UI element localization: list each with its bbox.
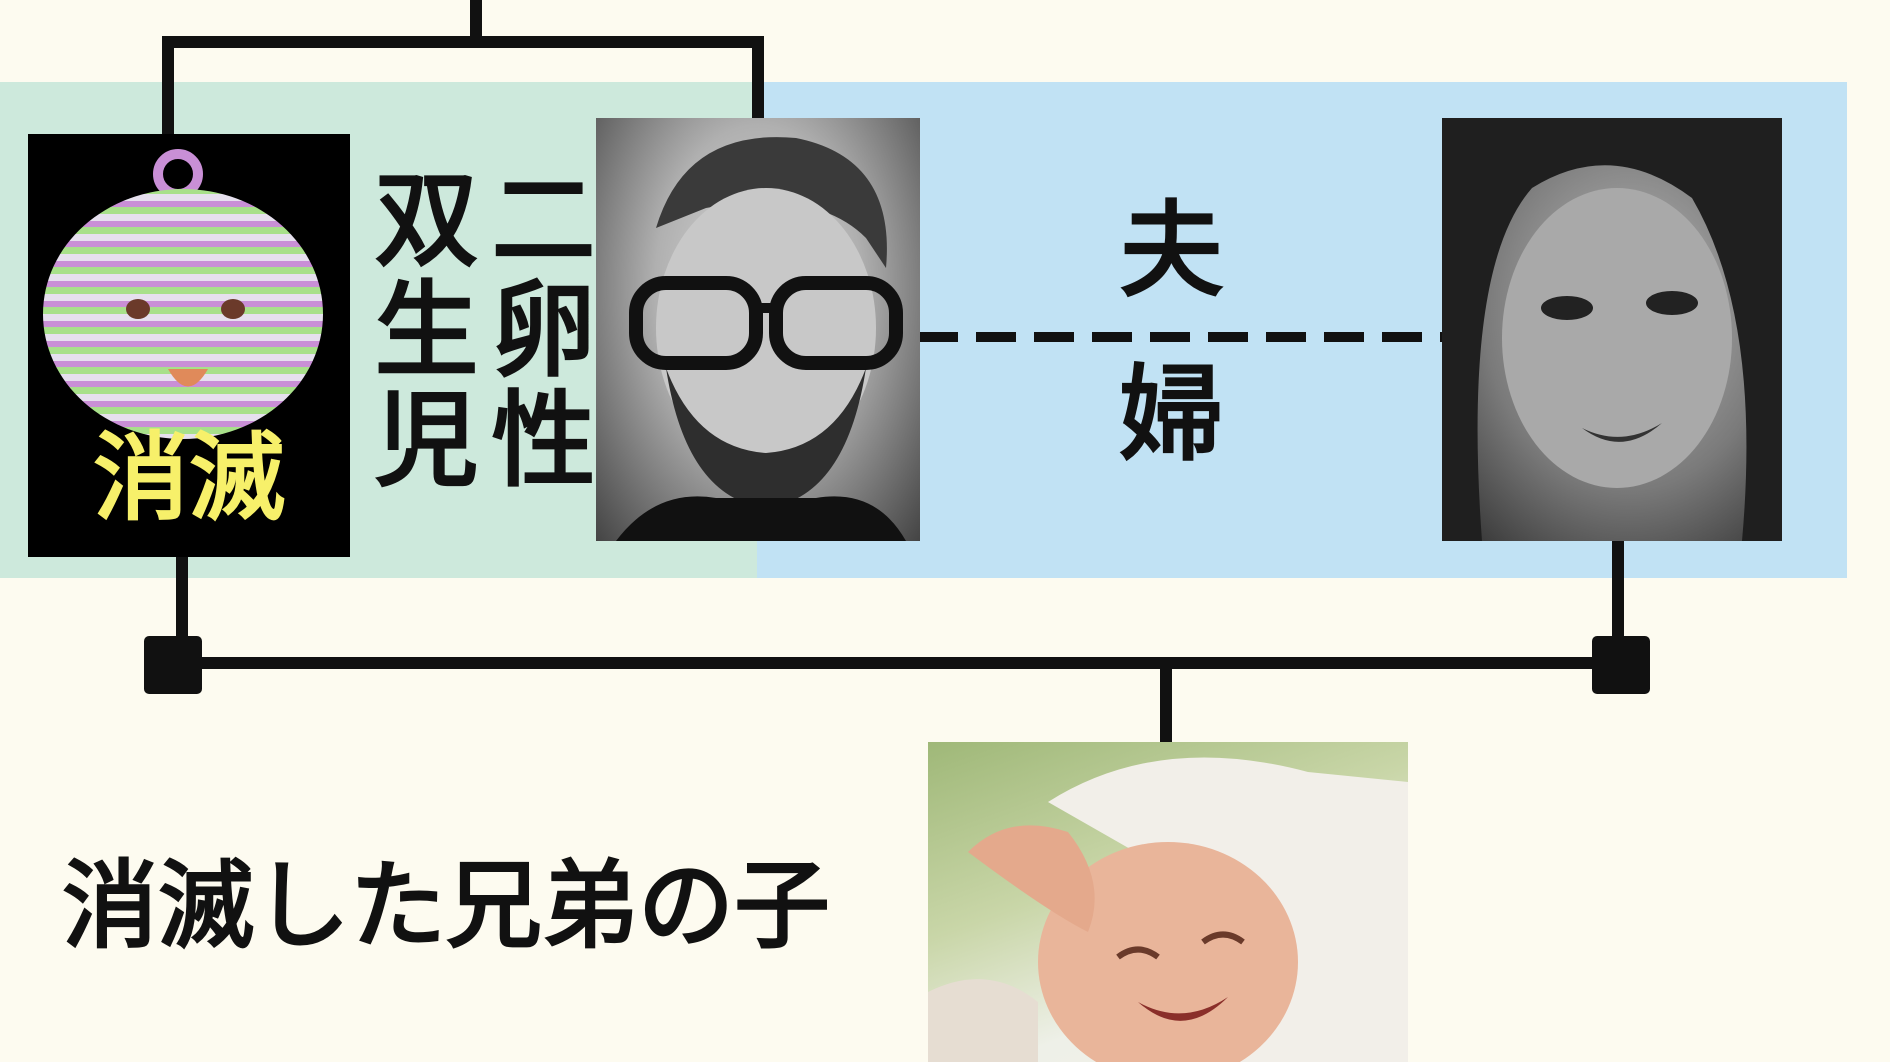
baby-photo [928,757,1408,1062]
man-photo [616,137,906,541]
woman-photo [1442,118,1782,541]
wife-photo [1442,118,1782,541]
couple-label: 夫婦 [1101,195,1223,523]
parent-line-left-drop [162,36,174,136]
parent-line-bar [162,36,764,48]
child-line-bar [182,657,1618,669]
connector-node-right [1592,636,1650,694]
husband-photo [596,118,920,541]
child-photo [928,742,1408,1062]
caption: 消滅した兄弟の子 [62,850,830,962]
vanished-label: 消滅 [93,422,285,534]
child-line-right-drop [1612,541,1624,639]
connector-node-left [144,636,202,694]
twin-label-twin: 双生児 [356,165,478,495]
child-line-stem [1160,663,1172,743]
twin-label-dizygotic: 二卵性 [473,165,595,495]
baby-face-icon [43,149,323,439]
child-line-left-drop [176,557,188,639]
parent-line-right-drop [752,36,764,120]
